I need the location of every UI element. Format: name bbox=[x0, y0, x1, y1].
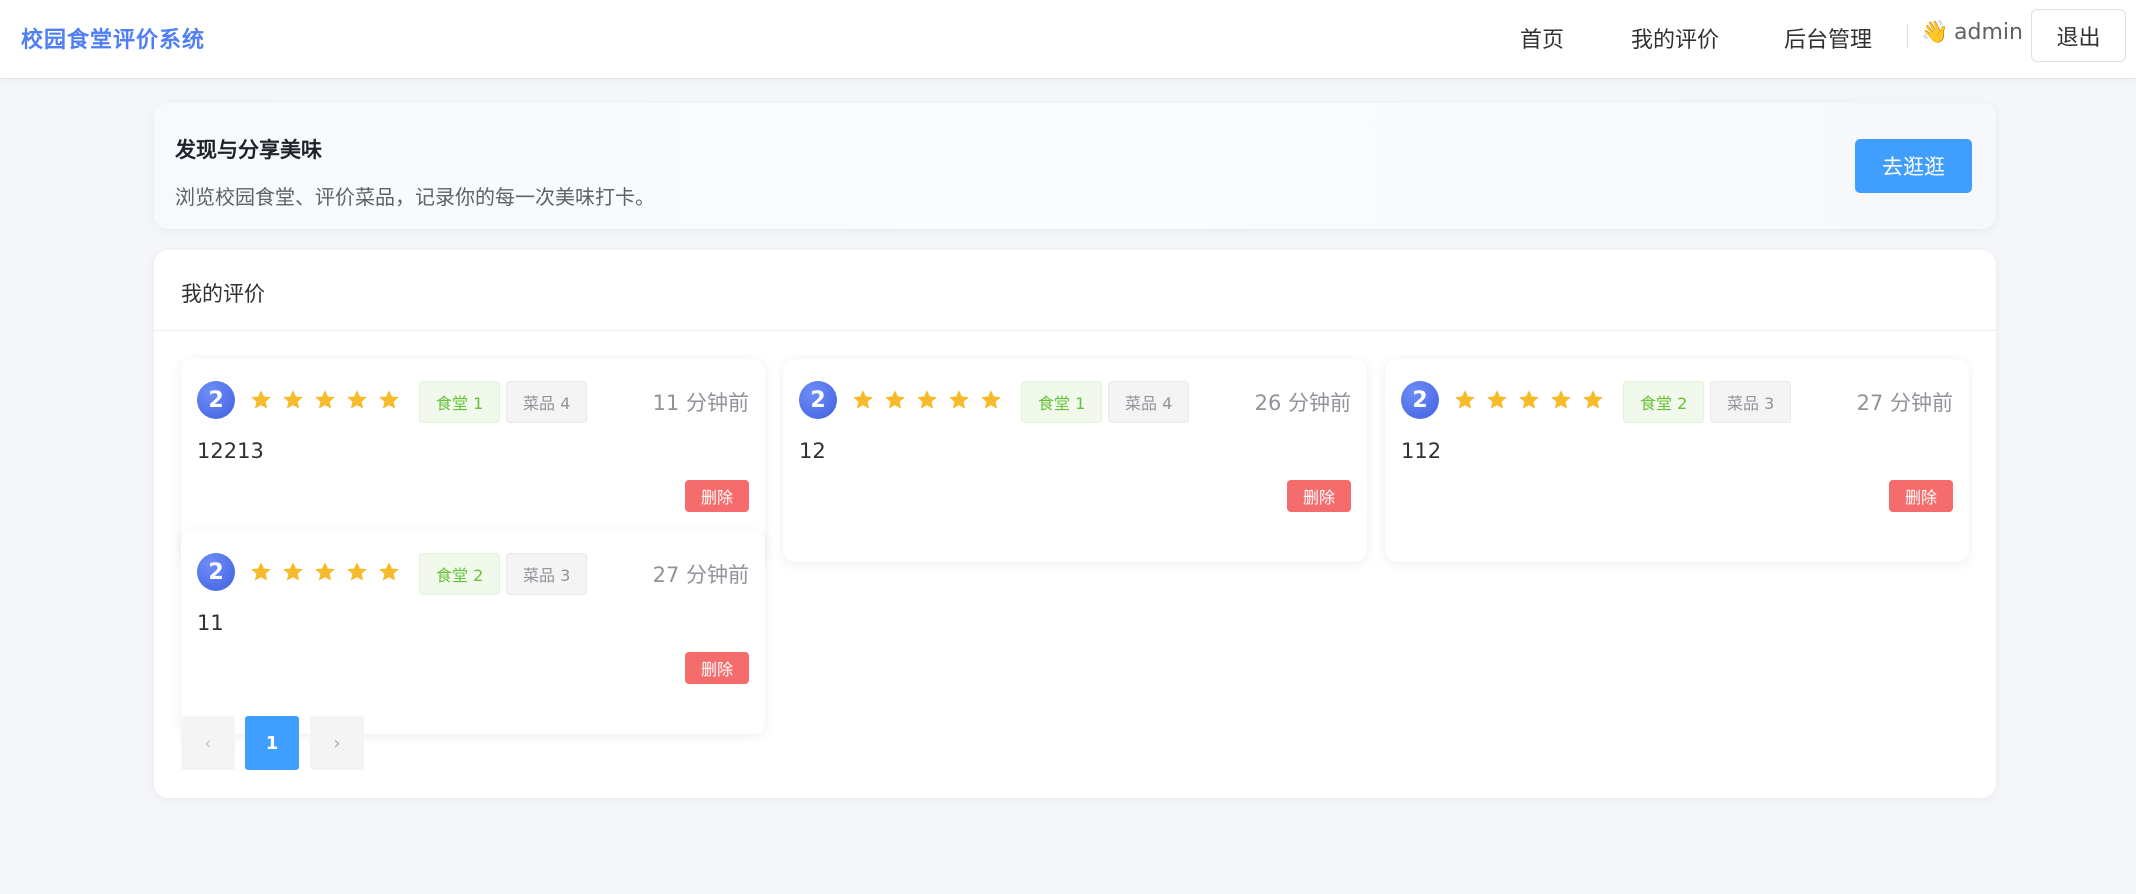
dish-tag: 菜品 4 bbox=[1108, 381, 1190, 423]
star-icon bbox=[911, 387, 943, 413]
nav-home[interactable]: 首页 bbox=[1520, 22, 1564, 54]
star-icon bbox=[277, 387, 309, 413]
review-time: 11 分钟前 bbox=[652, 391, 749, 415]
review-content: 112 bbox=[1401, 439, 1442, 463]
avatar: 2 bbox=[1401, 381, 1439, 419]
hero-title: 发现与分享美味 bbox=[175, 138, 322, 162]
delete-button[interactable]: 删除 bbox=[1287, 480, 1351, 512]
star-icon bbox=[1481, 387, 1513, 413]
star-icon bbox=[309, 559, 341, 585]
logout-button[interactable]: 退出 bbox=[2031, 9, 2126, 62]
star-icon bbox=[1513, 387, 1545, 413]
review-content: 12213 bbox=[197, 439, 264, 463]
star-icon bbox=[373, 559, 405, 585]
nav-my-reviews[interactable]: 我的评价 bbox=[1631, 22, 1719, 54]
star-icon bbox=[341, 559, 373, 585]
avatar: 2 bbox=[799, 381, 837, 419]
star-rating bbox=[245, 381, 405, 419]
delete-button[interactable]: 删除 bbox=[685, 652, 749, 684]
review-content: 11 bbox=[197, 611, 224, 635]
star-icon bbox=[245, 559, 277, 585]
star-icon bbox=[1545, 387, 1577, 413]
canteen-tag: 食堂 2 bbox=[419, 553, 501, 595]
avatar: 2 bbox=[197, 553, 235, 591]
nav-divider bbox=[1907, 24, 1908, 48]
review-card: 2 食堂 2 菜品 3 27 分钟前 112 删除 bbox=[1385, 359, 1969, 562]
star-icon bbox=[245, 387, 277, 413]
star-icon bbox=[277, 559, 309, 585]
review-card: 2 食堂 2 菜品 3 27 分钟前 11 删除 bbox=[181, 531, 765, 734]
star-rating bbox=[1449, 381, 1609, 419]
review-time: 26 分钟前 bbox=[1254, 391, 1351, 415]
canteen-tag: 食堂 1 bbox=[1021, 381, 1103, 423]
dish-tag: 菜品 3 bbox=[506, 553, 588, 595]
top-navbar: 校园食堂评价系统 首页 我的评价 后台管理 👋 admin 退出 bbox=[0, 0, 2136, 79]
hero-subtitle: 浏览校园食堂、评价菜品，记录你的每一次美味打卡。 bbox=[175, 185, 655, 209]
star-rating bbox=[847, 381, 1007, 419]
star-icon bbox=[373, 387, 405, 413]
pagination-page-1[interactable]: 1 bbox=[245, 716, 299, 770]
pagination-next-button[interactable]: › bbox=[310, 716, 364, 770]
review-card: 2 食堂 1 菜品 4 26 分钟前 12 删除 bbox=[783, 359, 1367, 562]
review-time: 27 分钟前 bbox=[1856, 391, 1953, 415]
hero-banner: 发现与分享美味 浏览校园食堂、评价菜品，记录你的每一次美味打卡。 去逛逛 bbox=[154, 103, 1996, 229]
chevron-left-icon: ‹ bbox=[204, 732, 212, 754]
wave-hand-icon: 👋 bbox=[1921, 20, 1949, 45]
my-reviews-panel: 我的评价 2 食堂 1 菜品 4 11 分钟前 12213 删除 2 食堂 1 … bbox=[154, 250, 1996, 798]
avatar: 2 bbox=[197, 381, 235, 419]
panel-title: 我的评价 bbox=[181, 282, 265, 306]
star-icon bbox=[975, 387, 1007, 413]
review-content: 12 bbox=[799, 439, 826, 463]
review-time: 27 分钟前 bbox=[652, 563, 749, 587]
dish-tag: 菜品 4 bbox=[506, 381, 588, 423]
chevron-right-icon: › bbox=[333, 732, 341, 754]
star-icon bbox=[1577, 387, 1609, 413]
star-rating bbox=[245, 553, 405, 591]
dish-tag: 菜品 3 bbox=[1710, 381, 1792, 423]
panel-header: 我的评价 bbox=[154, 250, 1996, 331]
canteen-tag: 食堂 1 bbox=[419, 381, 501, 423]
star-icon bbox=[847, 387, 879, 413]
star-icon bbox=[943, 387, 975, 413]
delete-button[interactable]: 删除 bbox=[1889, 480, 1953, 512]
star-icon bbox=[879, 387, 911, 413]
star-icon bbox=[341, 387, 373, 413]
canteen-tag: 食堂 2 bbox=[1623, 381, 1705, 423]
star-icon bbox=[309, 387, 341, 413]
pagination-prev-button[interactable]: ‹ bbox=[181, 716, 235, 770]
explore-button[interactable]: 去逛逛 bbox=[1855, 139, 1972, 193]
brand-title[interactable]: 校园食堂评价系统 bbox=[21, 22, 205, 54]
delete-button[interactable]: 删除 bbox=[685, 480, 749, 512]
star-icon bbox=[1449, 387, 1481, 413]
username: admin bbox=[1954, 20, 2023, 45]
nav-admin[interactable]: 后台管理 bbox=[1784, 22, 1872, 54]
